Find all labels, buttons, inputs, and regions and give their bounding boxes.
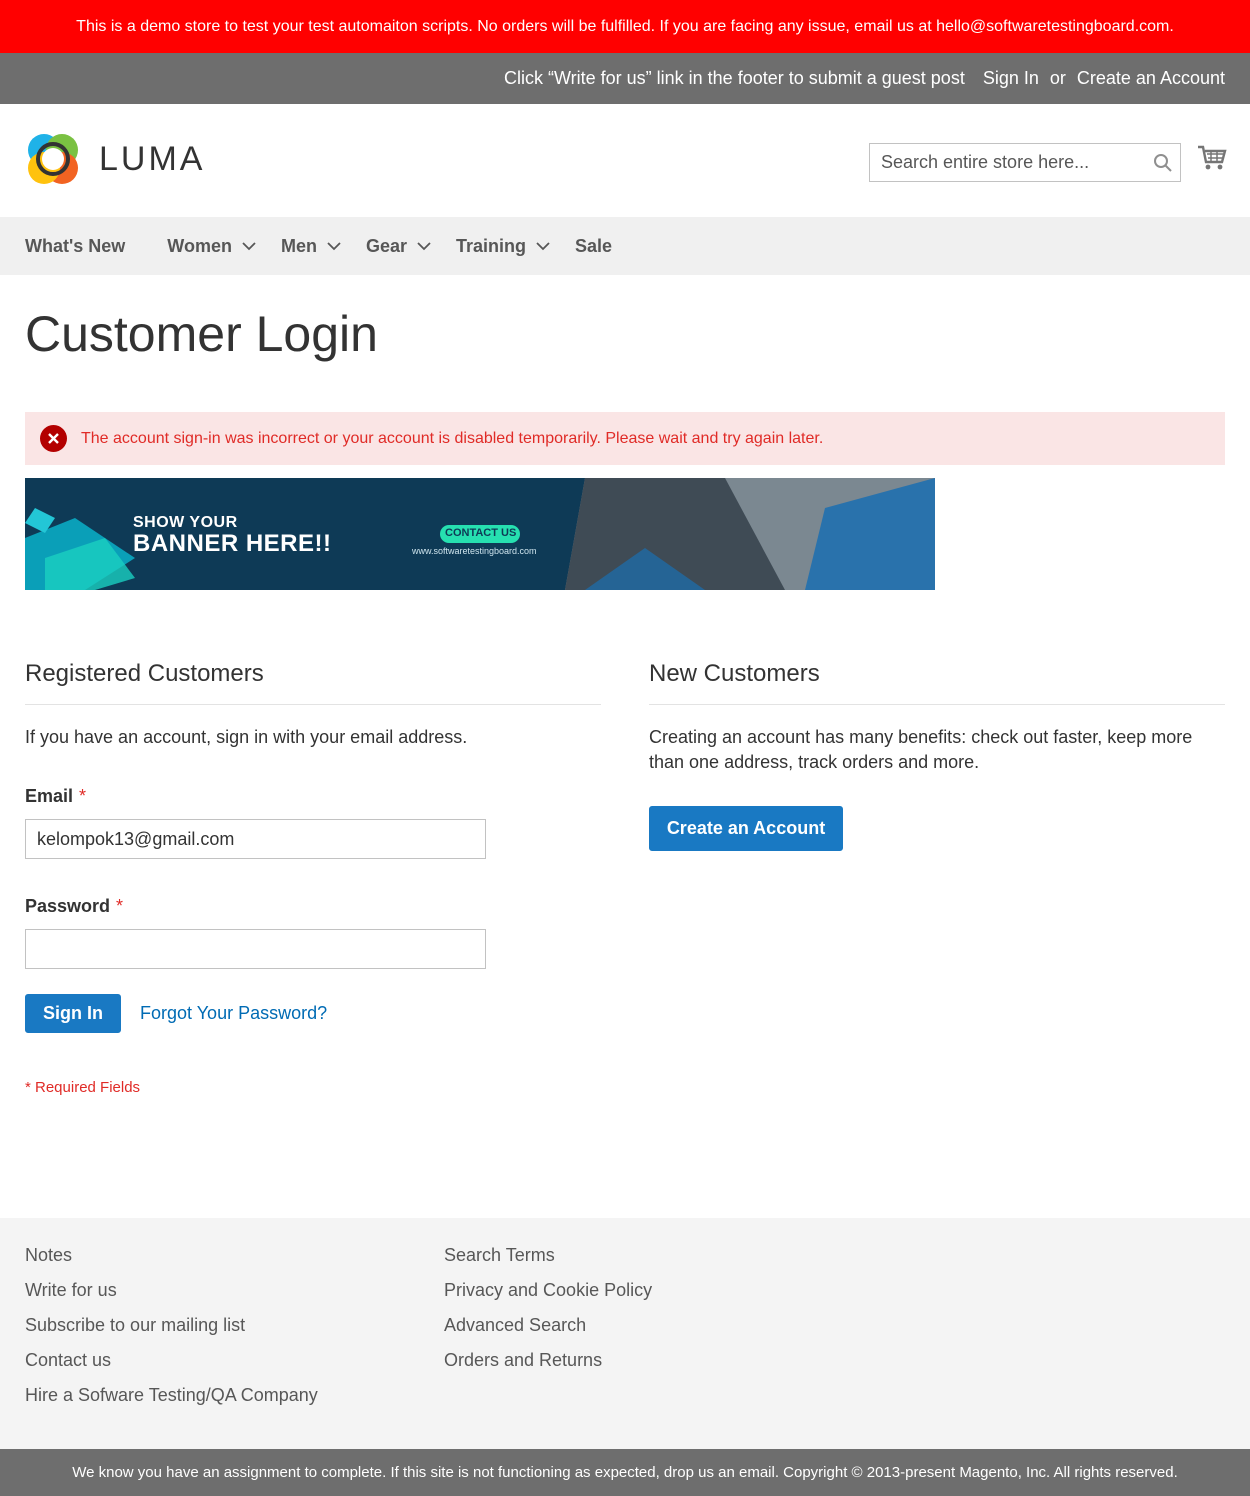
- nav-item-training[interactable]: Training: [456, 236, 550, 257]
- sign-in-link[interactable]: Sign In: [983, 68, 1039, 89]
- luma-logo-icon: [28, 134, 78, 184]
- promo-banner[interactable]: SHOW YOUR BANNER HERE!! CONTACT US www.s…: [25, 478, 935, 590]
- nav-label: Women: [167, 235, 232, 256]
- footer-link[interactable]: Search Terms: [444, 1244, 652, 1279]
- footer: Notes Write for us Subscribe to our mail…: [0, 1218, 1250, 1449]
- banner-cta: CONTACT US: [445, 527, 517, 539]
- error-message: The account sign-in was incorrect or you…: [25, 412, 1225, 465]
- footer-links-col1: Notes Write for us Subscribe to our mail…: [25, 1244, 318, 1419]
- required-asterisk: *: [79, 786, 87, 806]
- footer-link[interactable]: Subscribe to our mailing list: [25, 1314, 318, 1349]
- nav-item-women[interactable]: Women: [167, 236, 256, 257]
- registered-customers-title: Registered Customers: [25, 660, 601, 705]
- footer-link[interactable]: Orders and Returns: [444, 1349, 652, 1384]
- search-icon[interactable]: [1146, 153, 1180, 173]
- main-nav: What's New Women Men Gear Training Sale: [0, 217, 1250, 275]
- registered-intro: If you have an account, sign in with you…: [25, 727, 468, 747]
- new-customers-section: New Customers Creating an account has ma…: [649, 660, 1225, 851]
- error-text: The account sign-in was incorrect or you…: [81, 429, 824, 447]
- required-asterisk: *: [116, 896, 124, 916]
- footer-link[interactable]: Hire a Sofware Testing/QA Company: [25, 1384, 318, 1419]
- email-label: Email *: [25, 786, 601, 807]
- banner-url: www.softwaretestingboard.com: [412, 546, 537, 556]
- footer-link[interactable]: Privacy and Cookie Policy: [444, 1279, 652, 1314]
- password-field[interactable]: [25, 929, 486, 969]
- create-account-button[interactable]: Create an Account: [649, 806, 843, 851]
- copyright-bar: We know you have an assignment to comple…: [0, 1449, 1250, 1496]
- new-customers-intro: Creating an account has many benefits: c…: [649, 727, 1193, 772]
- password-label-text: Password: [25, 896, 111, 916]
- footer-link[interactable]: Contact us: [25, 1349, 318, 1384]
- demo-notice-text: This is a demo store to test your test a…: [76, 17, 1174, 35]
- nav-item-gear[interactable]: Gear: [366, 236, 431, 257]
- email-field[interactable]: kelompok13@gmail.com: [25, 819, 486, 859]
- nav-label: Gear: [365, 235, 407, 256]
- password-label: Password *: [25, 896, 601, 917]
- required-fields-note: * Required Fields: [25, 1079, 141, 1096]
- footer-link[interactable]: Advanced Search: [444, 1314, 652, 1349]
- header: LUMA: [0, 104, 1250, 217]
- search-input[interactable]: [870, 144, 1146, 181]
- cart-icon[interactable]: [1197, 144, 1227, 177]
- logo-text: LUMA: [99, 139, 206, 178]
- chevron-down-icon: [327, 241, 341, 250]
- copyright-text: We know you have an assignment to comple…: [72, 1464, 1178, 1481]
- nav-label: What's New: [25, 235, 126, 256]
- search-box[interactable]: [869, 143, 1181, 182]
- email-label-text: Email: [25, 786, 74, 806]
- top-bar: Click “Write for us” link in the footer …: [0, 53, 1250, 104]
- registered-customers-section: Registered Customers If you have an acco…: [25, 660, 601, 1096]
- footer-links-col2: Search Terms Privacy and Cookie Policy A…: [444, 1244, 652, 1384]
- guest-post-promo: Click “Write for us” link in the footer …: [503, 68, 965, 88]
- nav-label: Training: [456, 235, 527, 256]
- chevron-down-icon: [242, 241, 256, 250]
- demo-notice-bar: This is a demo store to test your test a…: [0, 0, 1250, 53]
- chevron-down-icon: [536, 241, 550, 250]
- sign-in-button[interactable]: Sign In: [25, 994, 121, 1033]
- footer-link[interactable]: Write for us: [25, 1279, 318, 1314]
- forgot-password-link[interactable]: Forgot Your Password?: [140, 1003, 327, 1024]
- nav-label: Men: [280, 235, 317, 256]
- logo[interactable]: LUMA: [25, 131, 205, 187]
- nav-item-men[interactable]: Men: [281, 236, 341, 257]
- error-icon: [40, 425, 67, 452]
- nav-item-sale[interactable]: Sale: [575, 236, 612, 257]
- new-customers-title: New Customers: [649, 660, 1225, 705]
- nav-label: Sale: [575, 235, 613, 256]
- footer-link[interactable]: Notes: [25, 1244, 318, 1279]
- or-separator: or: [1049, 68, 1066, 88]
- chevron-down-icon: [417, 241, 431, 250]
- page-title: Customer Login: [25, 306, 378, 362]
- create-account-link[interactable]: Create an Account: [1077, 68, 1225, 89]
- nav-item-whats-new[interactable]: What's New: [25, 236, 125, 257]
- banner-line2: BANNER HERE!!: [133, 530, 332, 557]
